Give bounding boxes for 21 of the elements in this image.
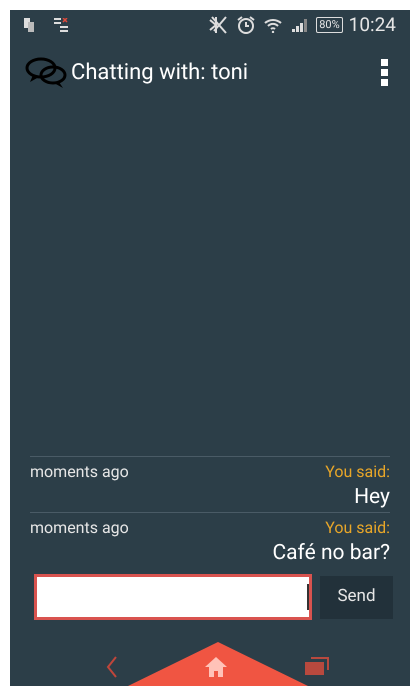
clock: 10:24: [348, 12, 396, 38]
message-input[interactable]: [34, 574, 312, 620]
chat-bubbles-icon: [25, 56, 67, 90]
message-time: moments ago: [30, 461, 129, 483]
alarm-icon: [236, 15, 256, 35]
sender-label: You said:: [325, 517, 390, 539]
message-time: moments ago: [30, 517, 129, 539]
list-icon: [54, 18, 68, 32]
send-button[interactable]: Send: [320, 576, 393, 618]
chat-title: Chatting with: toni: [71, 59, 248, 87]
message-text: Hey: [354, 484, 390, 510]
phone-icon: [24, 18, 34, 32]
battery-indicator: 80%: [316, 17, 343, 33]
sender-label: You said:: [325, 461, 390, 483]
overflow-menu-button[interactable]: [379, 57, 390, 88]
recent-apps-icon[interactable]: [305, 657, 329, 675]
wifi-icon: [264, 17, 282, 33]
message-text: Café no bar?: [272, 540, 390, 566]
bluetooth-off-icon: [208, 16, 228, 34]
back-icon[interactable]: [106, 656, 118, 678]
home-icon[interactable]: [204, 656, 228, 678]
